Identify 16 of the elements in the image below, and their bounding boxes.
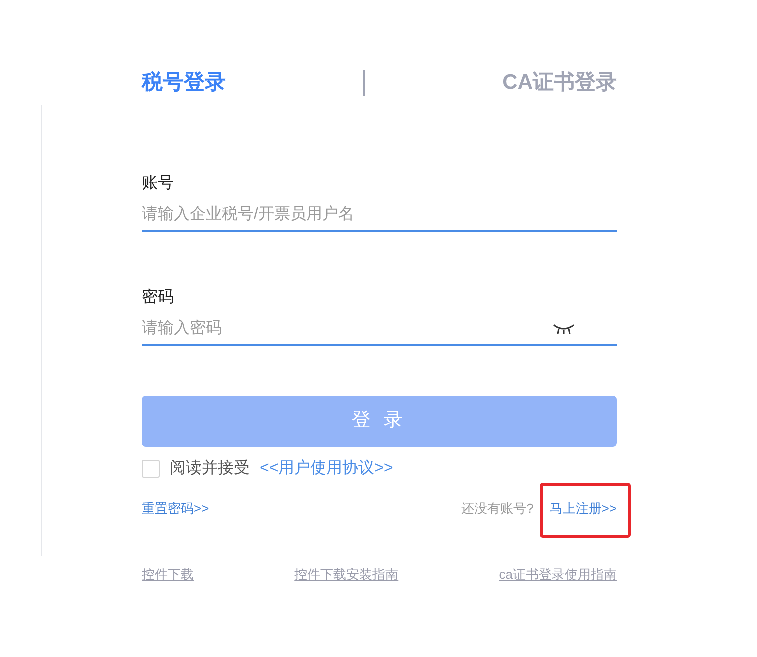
tab[interactable]: 税号登录 [142,67,226,99]
field-label: 密码 [142,288,175,308]
reset-password-link[interactable]: 重置密码>> [142,499,210,518]
password-field[interactable]: 请输入密码 [142,314,617,346]
footer-link[interactable]: 控件下载安装指南 [294,564,399,584]
tab[interactable]: CA证书登录 [502,67,617,99]
footer-link[interactable]: 控件下载 [142,564,194,584]
register-prompt: 还没有账号? [462,500,534,518]
closed-eye-icon[interactable] [553,324,575,336]
footer-link[interactable]: ca证书登录使用指南 [499,564,617,584]
register-link[interactable]: 马上注册>> [550,499,617,518]
input-field[interactable]: 请输入企业税号/开票员用户名 [142,200,617,232]
checkbox[interactable] [142,460,160,478]
field-label: 账号 [142,174,175,194]
agreement-text: 阅读并接受 [170,458,250,479]
agreement-link[interactable]: <<用户使用协议>> [260,457,394,481]
